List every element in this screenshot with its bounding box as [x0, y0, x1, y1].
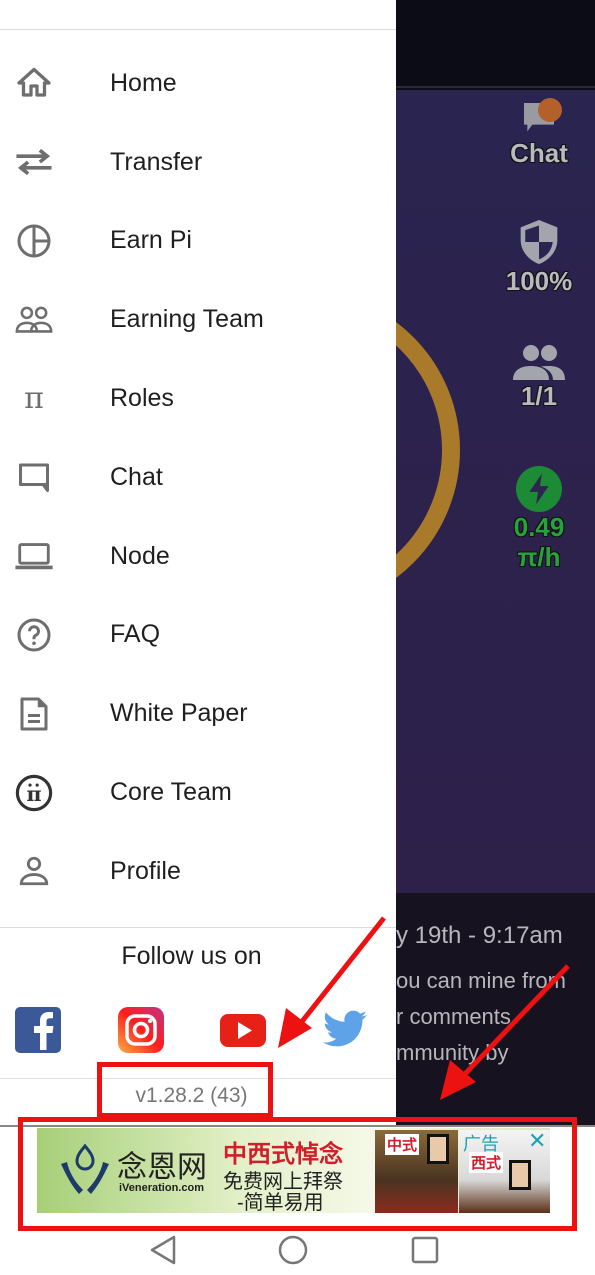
facebook-icon [15, 1007, 61, 1053]
menu-item-roles[interactable]: π Roles [0, 359, 396, 438]
facebook-link[interactable] [14, 1006, 62, 1054]
menu-label: Chat [110, 462, 163, 491]
mining-rate-value: 0.49 [513, 512, 565, 542]
instagram-icon [118, 1007, 164, 1053]
document-icon [14, 694, 54, 734]
pie-chart-icon [14, 221, 54, 261]
portrait-frame [427, 1134, 449, 1164]
twitter-icon [323, 1010, 367, 1047]
ad-image-tag: 中式 [385, 1134, 420, 1155]
ad-logo-text: 念恩网 [117, 1150, 207, 1185]
menu-item-node[interactable]: Node [0, 517, 396, 596]
instagram-link[interactable] [117, 1006, 165, 1054]
menu-item-white-paper[interactable]: White Paper [0, 674, 396, 753]
team-value: 1/1 [520, 381, 558, 411]
divider [0, 29, 396, 30]
menu-label: Node [110, 541, 170, 570]
laptop-icon [14, 536, 54, 576]
hands-logo-icon [61, 1143, 109, 1194]
menu-item-profile[interactable]: Profile [0, 832, 396, 911]
notification-badge [538, 98, 562, 122]
menu-item-home[interactable]: Home [0, 44, 396, 123]
menu-item-earning-team[interactable]: Earning Team [0, 280, 396, 359]
security-value: 100% [505, 266, 573, 296]
news-text-line: r comments [396, 1004, 511, 1029]
divider [0, 927, 396, 928]
follow-us-label: Follow us on [121, 942, 262, 970]
twitter-link[interactable] [321, 1006, 369, 1054]
menu-label: Profile [110, 856, 181, 885]
news-text-line: mmunity by [396, 1040, 509, 1065]
menu-label: Transfer [110, 147, 203, 176]
pi-circle-icon: π [14, 773, 54, 813]
mining-rate-unit: π/h [517, 542, 561, 572]
menu-label: Core Team [110, 778, 232, 807]
chat-shortcut[interactable]: Chat [494, 98, 584, 169]
person-icon [14, 851, 54, 891]
menu-label: White Paper [110, 699, 248, 728]
back-icon[interactable] [146, 1233, 180, 1267]
menu-label: Home [110, 68, 177, 97]
recents-icon[interactable] [408, 1233, 442, 1267]
menu-label: Roles [110, 384, 174, 413]
ad-image-chinese-style: 中式 [375, 1130, 458, 1213]
menu-item-core-team[interactable]: π Core Team [0, 753, 396, 832]
menu-label: Earning Team [110, 305, 264, 334]
ad-close-button[interactable]: ✕ [528, 1128, 546, 1154]
system-nav-bar [0, 1225, 595, 1275]
home-icon [14, 63, 54, 103]
menu-label: FAQ [110, 620, 161, 649]
youtube-icon [220, 1014, 266, 1047]
news-text-line: ou can mine from [396, 968, 566, 993]
youtube-link[interactable] [219, 1006, 267, 1054]
pi-icon: π [24, 381, 44, 417]
drawer-menu: Home Transfer Earn Pi Earning Team π Rol… [0, 44, 396, 911]
mining-rate-stat[interactable]: 0.49 π/h [494, 466, 584, 572]
menu-item-earn-pi[interactable]: Earn Pi [0, 202, 396, 281]
menu-label: Earn Pi [110, 226, 192, 255]
ad-label[interactable]: 广告 [463, 1130, 499, 1156]
news-timestamp: y 19th - 9:17am [396, 922, 563, 949]
transfer-icon [14, 142, 54, 182]
shield-icon [520, 220, 558, 264]
lightning-icon [516, 466, 562, 512]
ad-subheadline: -简单易用 [237, 1192, 324, 1213]
group-icon [513, 345, 565, 380]
menu-item-faq[interactable]: FAQ [0, 596, 396, 675]
menu-item-chat[interactable]: Chat [0, 438, 396, 517]
security-stat[interactable]: 100% [494, 218, 584, 297]
help-icon [14, 615, 54, 655]
team-icon [14, 300, 54, 340]
chat-stat-label: Chat [510, 138, 568, 168]
ad-logo-domain: iVeneration.com [119, 1182, 204, 1194]
ad-headline: 中西式悼念 [223, 1141, 343, 1168]
portrait-frame [509, 1160, 531, 1190]
menu-item-transfer[interactable]: Transfer [0, 123, 396, 202]
app-version: v1.28.2 (43) [135, 1084, 248, 1107]
navigation-drawer: Home Transfer Earn Pi Earning Team π Rol… [0, 0, 396, 1125]
chat-icon [14, 457, 54, 497]
divider [0, 1078, 396, 1079]
home-nav-icon[interactable] [276, 1233, 310, 1267]
team-stat[interactable]: 1/1 [494, 343, 584, 412]
